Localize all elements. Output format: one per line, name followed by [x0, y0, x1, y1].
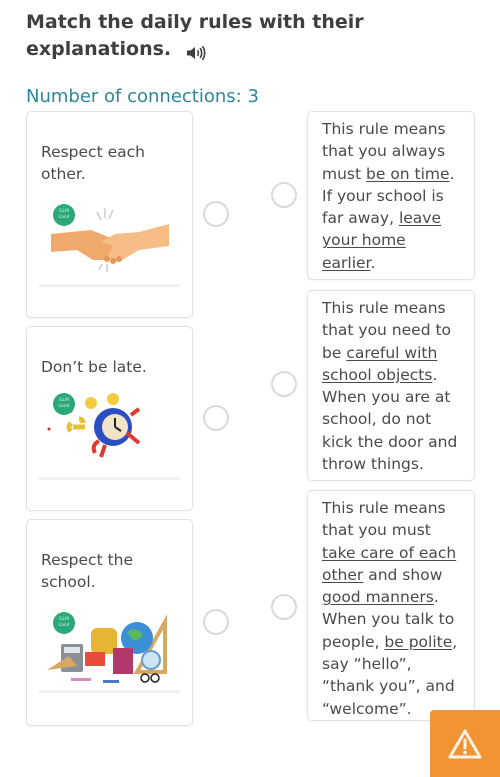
alarm-clock-image: GLM Land [41, 389, 179, 469]
right-card-text: This rule means that you must take care … [322, 497, 460, 720]
left-connector-1[interactable] [203, 201, 229, 227]
glm-land-badge: GLM Land [53, 393, 75, 415]
key-phrase: be polite [384, 632, 453, 651]
left-card-text: Respect each other. [41, 143, 145, 183]
left-connector-3[interactable] [203, 609, 229, 635]
left-connector-2[interactable] [203, 405, 229, 431]
right-connector-1[interactable] [271, 182, 297, 208]
left-card-2[interactable]: Don’t be late. GLM Land [26, 326, 193, 511]
image-baseline [39, 690, 180, 693]
text-segment: . [370, 253, 376, 272]
right-card-text: This rule means that you always must be … [322, 118, 460, 274]
report-problem-button[interactable] [430, 710, 500, 777]
glm-land-badge: GLM Land [53, 612, 75, 634]
left-card-text: Respect the school. [41, 551, 134, 591]
school-supplies-image: GLM Land [41, 608, 179, 688]
right-card-1[interactable]: This rule means that you always must be … [307, 111, 475, 280]
text-segment: This rule means that you must [322, 499, 446, 540]
text-segment: and show [363, 565, 443, 584]
connections-count: Number of connections: 3 [26, 86, 259, 107]
left-card-text: Don’t be late. [41, 358, 147, 376]
right-connector-2[interactable] [271, 371, 297, 397]
glm-land-badge: GLM Land [53, 204, 75, 226]
key-phrase: be on time [366, 164, 450, 183]
left-card-1[interactable]: Respect each other. GLM Land [26, 111, 193, 318]
handshake-image: GLM Land [41, 202, 179, 282]
right-connector-3[interactable] [271, 594, 297, 620]
right-card-3[interactable]: This rule means that you must take care … [307, 490, 475, 721]
key-phrase: good manners [322, 588, 434, 607]
right-card-2[interactable]: This rule means that you need to be care… [307, 290, 475, 481]
warning-icon [448, 729, 482, 758]
left-card-3[interactable]: Respect the school. GLM Land [26, 519, 193, 726]
image-baseline [39, 284, 180, 287]
right-card-text: This rule means that you need to be care… [322, 297, 460, 475]
task-title: Match the daily rules with their explana… [26, 9, 386, 63]
speaker-icon[interactable] [186, 42, 206, 60]
image-baseline [39, 477, 180, 480]
